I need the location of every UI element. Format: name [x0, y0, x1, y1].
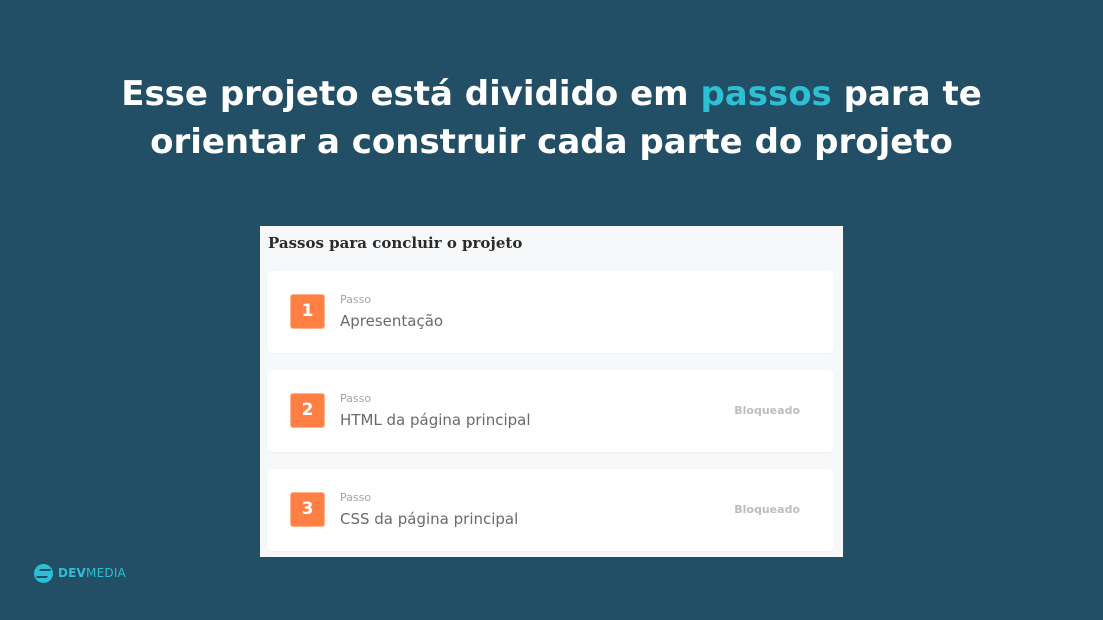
step-card-3[interactable]: 3 Passo CSS da página principal Bloquead… [267, 469, 834, 551]
logo-text-bold: DEV [58, 566, 87, 580]
step-title: CSS da página principal [340, 510, 519, 528]
devmedia-logo: DEVMEDIA [34, 562, 126, 584]
headline-line-1: Esse projeto está dividido em passos par… [0, 70, 1103, 118]
logo-text: DEVMEDIA [58, 566, 126, 580]
panel-title: Passos para concluir o projeto [268, 234, 523, 252]
logo-text-light: MEDIA [86, 566, 126, 580]
step-number-badge: 1 [290, 294, 325, 329]
step-status-locked: Bloqueado [734, 503, 800, 516]
headline-accent-word: passos [700, 74, 832, 114]
devmedia-logo-icon [34, 563, 53, 583]
step-card-1[interactable]: 1 Passo Apresentação [267, 271, 834, 353]
step-kicker: Passo [340, 392, 372, 405]
step-kicker: Passo [340, 293, 372, 306]
slide-headline: Esse projeto está dividido em passos par… [0, 70, 1103, 166]
steps-panel: Passos para concluir o projeto 1 Passo A… [260, 226, 843, 557]
step-status-locked: Bloqueado [734, 404, 800, 417]
headline-text-after: para te [831, 74, 982, 114]
step-card-2[interactable]: 2 Passo HTML da página principal Bloquea… [267, 370, 834, 452]
step-kicker: Passo [340, 491, 372, 504]
step-title: HTML da página principal [340, 411, 531, 429]
step-number-badge: 3 [290, 492, 325, 527]
step-number-badge: 2 [290, 393, 325, 428]
step-title: Apresentação [340, 312, 444, 330]
headline-text-before: Esse projeto está dividido em [121, 74, 701, 114]
headline-line-2: orientar a construir cada parte do proje… [150, 122, 953, 162]
